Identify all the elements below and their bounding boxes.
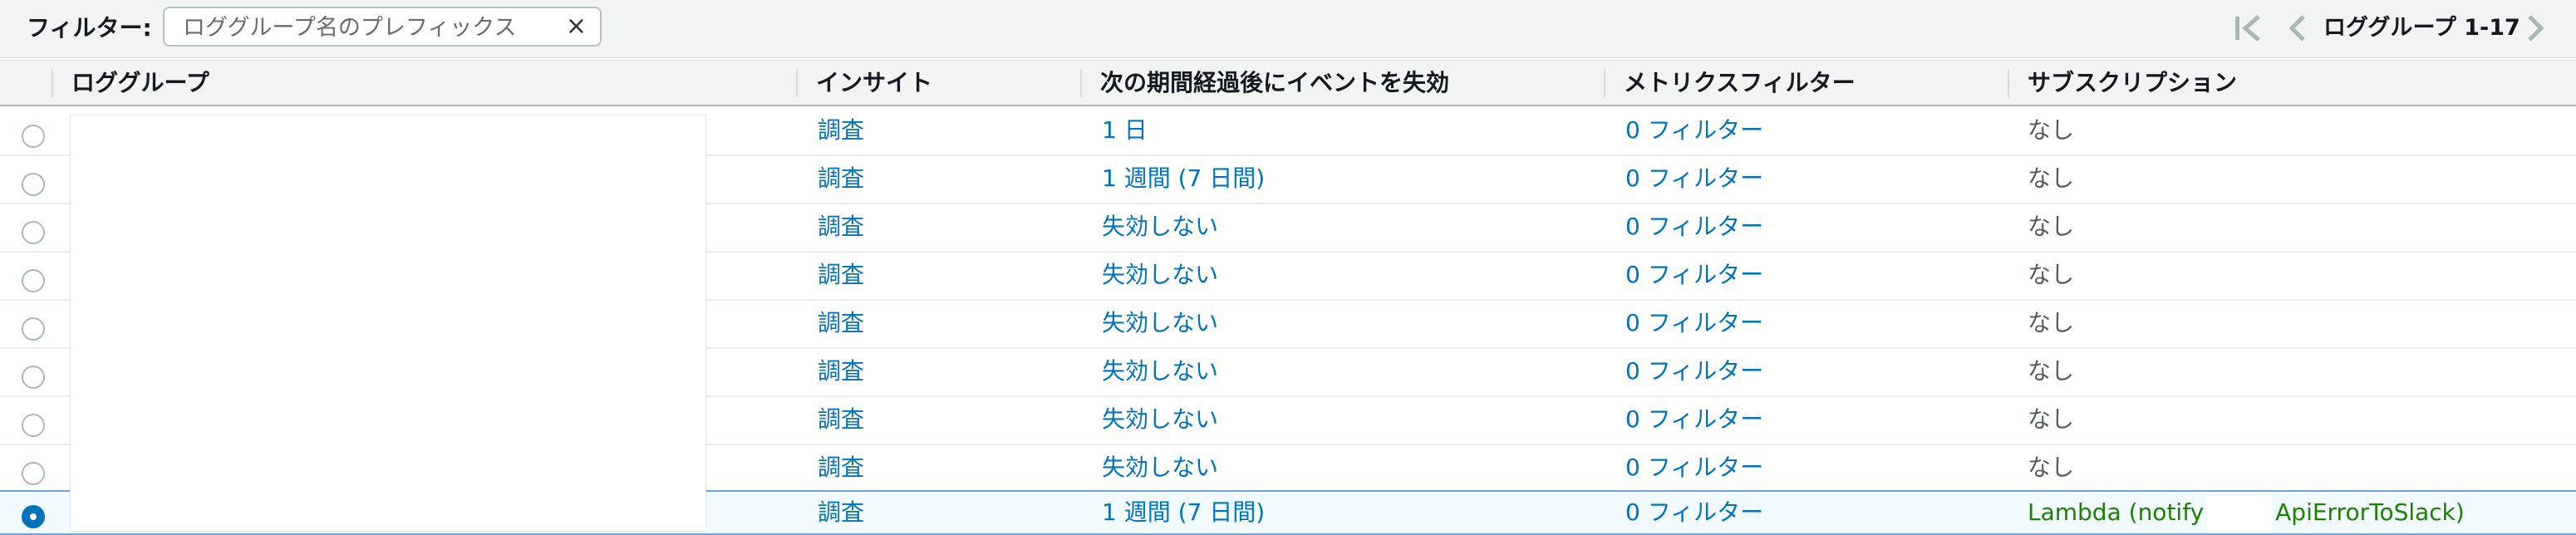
expiry-link[interactable]: 失効しない: [1102, 301, 1218, 346]
column-header-metric-filters[interactable]: メトリクスフィルター: [1605, 61, 1856, 106]
row-radio[interactable]: [22, 221, 45, 244]
chevron-left-icon[interactable]: [2285, 13, 2310, 43]
filter-label: フィルター:: [27, 14, 152, 42]
subscription-value: なし: [2028, 309, 2075, 336]
expiry-link[interactable]: 失効しない: [1102, 349, 1218, 394]
row-radio[interactable]: [22, 317, 45, 341]
metric-filter-link[interactable]: 0 フィルター: [1625, 108, 1763, 153]
chevron-right-icon[interactable]: [2523, 13, 2548, 43]
row-radio[interactable]: [22, 269, 45, 292]
subscription-value: なし: [2028, 261, 2075, 288]
metric-filter-link[interactable]: 0 フィルター: [1625, 349, 1763, 394]
row-radio-checked[interactable]: [22, 505, 45, 528]
metric-filter-link[interactable]: 0 フィルター: [1625, 445, 1763, 490]
subscription-value: なし: [2028, 454, 2075, 481]
toolbar: フィルター: × ロググループ 1-17: [0, 0, 2576, 58]
first-page-icon[interactable]: [2232, 13, 2265, 43]
row-radio[interactable]: [22, 462, 45, 485]
expiry-link[interactable]: 失効しない: [1102, 204, 1218, 249]
metric-filter-link[interactable]: 0 フィルター: [1625, 253, 1763, 297]
expiry-link[interactable]: 失効しない: [1102, 253, 1218, 297]
subscription-value: なし: [2028, 213, 2075, 240]
insights-link[interactable]: 調査: [818, 397, 864, 442]
pagination-label: ロググループ 1-17: [2323, 15, 2520, 41]
insights-link[interactable]: 調査: [818, 253, 864, 297]
subscription-value: なし: [2028, 116, 2075, 144]
row-radio[interactable]: [22, 414, 45, 437]
metric-filter-link[interactable]: 0 フィルター: [1625, 156, 1763, 201]
insights-link[interactable]: 調査: [818, 108, 864, 153]
expiry-link[interactable]: 失効しない: [1102, 445, 1218, 490]
row-radio[interactable]: [22, 173, 45, 196]
insights-link[interactable]: 調査: [818, 156, 864, 201]
log-group-names-redaction: [70, 115, 706, 532]
insights-link[interactable]: 調査: [818, 349, 864, 394]
close-icon[interactable]: ×: [566, 12, 587, 42]
column-header-subscriptions[interactable]: サブスクリプション: [2009, 61, 2237, 106]
row-radio[interactable]: [22, 366, 45, 389]
expiry-link[interactable]: 失効しない: [1102, 397, 1218, 442]
subscription-value: なし: [2028, 357, 2075, 385]
expiry-link[interactable]: 1 週間 (7 日間): [1102, 490, 1265, 535]
subscription-suffix: ApiErrorToSlack): [2275, 498, 2465, 526]
column-header-expiry[interactable]: 次の期間経過後にイベントを失効: [1082, 61, 1449, 106]
column-header-insights[interactable]: インサイト: [798, 61, 932, 106]
metric-filter-link[interactable]: 0 フィルター: [1625, 490, 1763, 535]
filter-input[interactable]: [181, 13, 550, 42]
insights-link[interactable]: 調査: [818, 445, 864, 490]
subscription-value: なし: [2028, 164, 2075, 192]
expiry-link[interactable]: 1 日: [1102, 108, 1148, 153]
filter-box: ×: [163, 7, 602, 47]
table-header: ロググループ インサイト 次の期間経過後にイベントを失効 メトリクスフィルター …: [0, 60, 2576, 106]
row-radio[interactable]: [22, 125, 45, 148]
redaction-block: [2207, 496, 2273, 531]
expiry-link[interactable]: 1 週間 (7 日間): [1102, 156, 1265, 201]
metric-filter-link[interactable]: 0 フィルター: [1625, 204, 1763, 249]
subscription-lambda-link[interactable]: Lambda (notify ApiErrorToSlack): [2028, 490, 2465, 535]
metric-filter-link[interactable]: 0 フィルター: [1625, 301, 1763, 346]
insights-link[interactable]: 調査: [818, 301, 864, 346]
subscription-prefix: Lambda (notify: [2028, 498, 2205, 526]
subscription-value: なし: [2028, 405, 2075, 433]
column-header-log-group[interactable]: ロググループ: [53, 61, 209, 106]
insights-link[interactable]: 調査: [818, 490, 864, 535]
metric-filter-link[interactable]: 0 フィルター: [1625, 397, 1763, 442]
insights-link[interactable]: 調査: [818, 204, 864, 249]
